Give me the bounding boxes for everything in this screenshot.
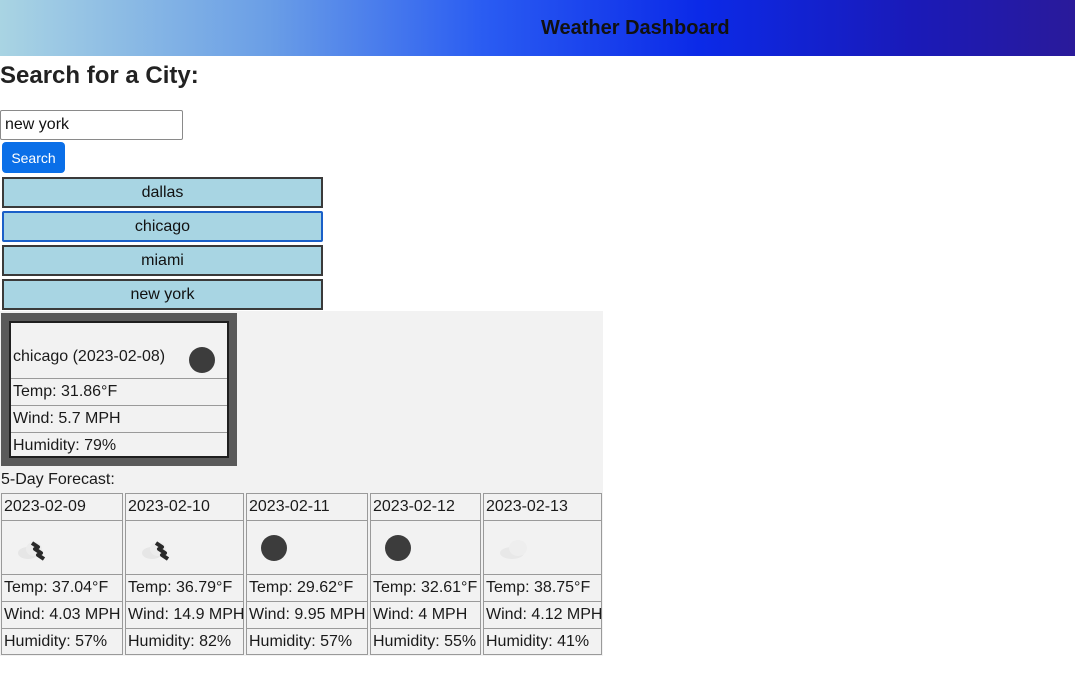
forecast-temp: Temp: 37.04°F [2, 575, 122, 602]
history-button-dallas[interactable]: dallas [2, 177, 323, 208]
app-header: Weather Dashboard [0, 0, 1075, 56]
search-history: dallas chicago miami new york [2, 177, 323, 313]
forecast-card-day-1: 2023-02-09 Temp: 37.04°F Wind: 4.03 MPH … [1, 493, 123, 655]
forecast-temp: Temp: 36.79°F [126, 575, 243, 602]
forecast-card-day-2: 2023-02-10 Temp: 36.79°F Wind: 14.9 MPH … [125, 493, 244, 655]
forecast-wind: Wind: 4 MPH [371, 602, 480, 629]
forecast-temp: Temp: 29.62°F [247, 575, 367, 602]
forecast-heading: 5-Day Forecast: [1, 471, 115, 488]
forecast-card-day-3: 2023-02-11 Temp: 29.62°F Wind: 9.95 MPH … [246, 493, 368, 655]
search-input[interactable] [0, 110, 183, 140]
forecast-icon-cell [247, 521, 367, 575]
search-button[interactable]: Search [2, 142, 65, 173]
forecast-wind: Wind: 9.95 MPH [247, 602, 367, 629]
page-title: Weather Dashboard [541, 17, 730, 39]
forecast-humidity: Humidity: 57% [4, 633, 108, 650]
forecast-humidity: Humidity: 57% [249, 633, 353, 650]
overcast-clouds-icon [500, 540, 527, 559]
forecast-icon-cell [126, 521, 243, 575]
forecast-temp: Temp: 32.61°F [371, 575, 480, 602]
forecast-wind: Wind: 4.03 MPH [2, 602, 122, 629]
current-temp: Temp: 31.86°F [11, 379, 227, 406]
forecast-humidity: Humidity: 82% [128, 633, 232, 650]
current-weather-header: chicago (2023-02-08) [11, 323, 227, 379]
forecast-temp: Temp: 38.75°F [484, 575, 601, 602]
current-weather-inner: chicago (2023-02-08) Temp: 31.86°F Wind:… [9, 321, 229, 458]
forecast-card-day-5: 2023-02-13 Temp: 38.75°F Wind: 4.12 MPH … [483, 493, 602, 655]
forecast-date: 2023-02-09 [2, 494, 122, 521]
weather-results: chicago (2023-02-08) Temp: 31.86°F Wind:… [0, 311, 603, 656]
forecast-wind: Wind: 4.12 MPH [484, 602, 602, 629]
current-wind: Wind: 5.7 MPH [11, 406, 227, 433]
forecast-humidity: Humidity: 41% [486, 633, 590, 650]
clear-sky-icon [261, 535, 287, 561]
forecast-date: 2023-02-10 [126, 494, 243, 521]
current-humidity: Humidity: 79% [13, 437, 117, 454]
forecast-icon-cell [484, 521, 601, 575]
history-button-miami[interactable]: miami [2, 245, 323, 276]
forecast-icon-cell [2, 521, 122, 575]
forecast-date: 2023-02-12 [371, 494, 480, 521]
forecast-icon-cell [371, 521, 480, 575]
forecast-card-day-4: 2023-02-12 Temp: 32.61°F Wind: 4 MPH Hum… [370, 493, 481, 655]
forecast-date: 2023-02-13 [484, 494, 601, 521]
current-city-date: chicago (2023-02-08) [13, 348, 166, 365]
history-button-chicago[interactable]: chicago [2, 211, 323, 242]
current-weather-card: chicago (2023-02-08) Temp: 31.86°F Wind:… [1, 313, 237, 466]
scattered-clouds-icon [18, 541, 46, 561]
search-heading: Search for a City: [0, 62, 199, 89]
forecast-humidity: Humidity: 55% [373, 633, 477, 650]
scattered-clouds-icon [142, 541, 170, 561]
clear-sky-icon [385, 535, 411, 561]
clear-sky-icon [189, 347, 215, 373]
forecast-wind: Wind: 14.9 MPH [126, 602, 244, 629]
forecast-date: 2023-02-11 [247, 494, 367, 521]
history-button-new-york[interactable]: new york [2, 279, 323, 310]
